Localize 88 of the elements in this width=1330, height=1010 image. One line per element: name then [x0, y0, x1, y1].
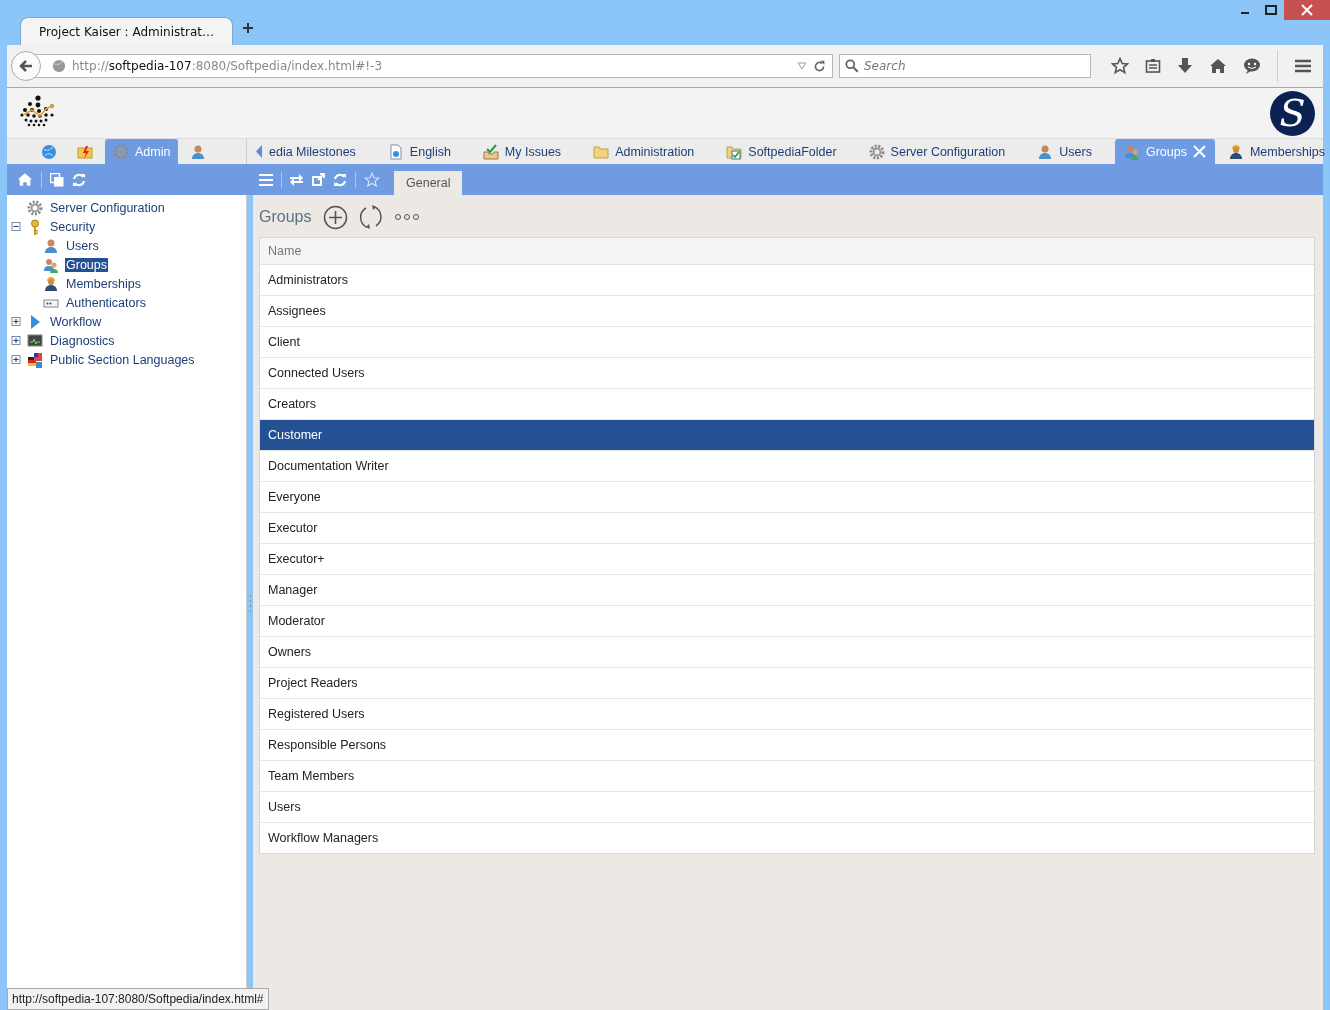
- reload-icon[interactable]: [813, 59, 826, 73]
- refresh-icon[interactable]: [72, 172, 86, 187]
- address-field[interactable]: http://softpedia-107:8080/Softpedia/index.html#!-3: [33, 54, 833, 78]
- tree-item[interactable]: Diagnostics: [49, 333, 116, 348]
- tab[interactable]: Administration: [584, 139, 704, 164]
- browser-tab[interactable]: Project Kaiser : Administrat…: [20, 17, 233, 45]
- home-icon[interactable]: [17, 172, 33, 187]
- tree-item[interactable]: Security: [49, 219, 97, 234]
- people-icon: [1123, 143, 1140, 160]
- table-row[interactable]: Workflow Managers: [260, 823, 1314, 853]
- tab[interactable]: Users: [1028, 139, 1101, 164]
- tray-check-icon: [482, 143, 499, 160]
- tab[interactable]: SoftpediaFolder: [717, 139, 846, 164]
- collapse-icon[interactable]: [11, 222, 21, 231]
- table-row[interactable]: Assignees: [260, 296, 1314, 327]
- more-button[interactable]: [394, 213, 421, 221]
- swap-icon[interactable]: [290, 173, 304, 186]
- gear-icon: [868, 143, 885, 160]
- star-icon[interactable]: [1111, 57, 1129, 75]
- table-row[interactable]: Customer: [260, 420, 1314, 451]
- chat-icon[interactable]: [1243, 58, 1261, 74]
- person-icon: [43, 237, 59, 254]
- flag-icon: [27, 351, 43, 368]
- expand-icon[interactable]: [11, 317, 21, 326]
- tab[interactable]: Memberships: [1218, 139, 1330, 164]
- close-icon[interactable]: [1192, 145, 1206, 158]
- refresh-button[interactable]: [358, 204, 385, 230]
- tree-item[interactable]: Users: [65, 238, 100, 253]
- tab[interactable]: General: [394, 171, 463, 195]
- globe-icon: [41, 143, 57, 160]
- table-row[interactable]: Registered Users: [260, 699, 1314, 730]
- person-icon: [1037, 143, 1054, 160]
- splitter-handle[interactable]: [248, 593, 252, 612]
- table-row[interactable]: Responsible Persons: [260, 730, 1314, 761]
- expand-icon[interactable]: [11, 336, 21, 345]
- table-row[interactable]: Users: [260, 792, 1314, 823]
- back-button[interactable]: [11, 51, 41, 81]
- windows-icon[interactable]: [50, 172, 64, 187]
- people-icon: [43, 256, 59, 273]
- table-row[interactable]: Connected Users: [260, 358, 1314, 389]
- globe-icon: [52, 59, 66, 73]
- table-row[interactable]: Administrators: [260, 265, 1314, 296]
- expand-icon[interactable]: [11, 355, 21, 364]
- hard-hat-person-icon: [1227, 143, 1244, 160]
- panel-title: Groups: [259, 208, 312, 226]
- tree-item[interactable]: Authenticators: [65, 295, 147, 310]
- search-field[interactable]: Search: [839, 54, 1091, 78]
- table-row[interactable]: Team Members: [260, 761, 1314, 792]
- close-icon[interactable]: [1284, 0, 1330, 20]
- new-tab-icon[interactable]: [242, 22, 254, 34]
- download-icon[interactable]: [1177, 57, 1193, 75]
- home-icon[interactable]: [1209, 58, 1227, 74]
- external-link-icon[interactable]: [312, 173, 325, 186]
- table-row[interactable]: Everyone: [260, 482, 1314, 513]
- table-row[interactable]: Client: [260, 327, 1314, 358]
- tree-item[interactable]: Memberships: [65, 276, 143, 291]
- tab[interactable]: English: [378, 139, 460, 164]
- add-button[interactable]: [323, 204, 349, 230]
- gear-icon: [113, 143, 129, 160]
- table-row[interactable]: Project Readers: [260, 668, 1314, 699]
- tree-item[interactable]: Server Configuration: [49, 200, 166, 215]
- monitor-icon: [27, 332, 43, 349]
- table-row[interactable]: Documentation Writer: [260, 451, 1314, 482]
- tree-item[interactable]: Workflow: [49, 314, 103, 329]
- table-row[interactable]: Moderator: [260, 606, 1314, 637]
- gear-icon: [27, 199, 43, 216]
- document-icon: [387, 143, 404, 160]
- brand-logo: S: [1270, 90, 1315, 136]
- table-row[interactable]: Owners: [260, 637, 1314, 668]
- folder-check-icon: [726, 143, 743, 160]
- table-row[interactable]: Executor+: [260, 544, 1314, 575]
- refresh-icon[interactable]: [333, 172, 347, 187]
- folder-icon: [593, 143, 610, 160]
- menu-icon[interactable]: [1294, 58, 1312, 74]
- arrow-left-icon: [18, 58, 34, 74]
- table-row[interactable]: Manager: [260, 575, 1314, 606]
- column-header[interactable]: Name: [260, 238, 1314, 265]
- table-row[interactable]: Executor: [260, 513, 1314, 544]
- tree-item[interactable]: Public Section Languages: [49, 352, 196, 367]
- tree-item[interactable]: Groups: [65, 257, 108, 272]
- status-url: http://softpedia-107:8080/Softpedia/index.html#: [7, 988, 269, 1010]
- hard-hat-person-icon: [43, 275, 59, 292]
- lightning-folder-icon: [77, 143, 93, 160]
- tab[interactable]: Server Configuration: [859, 139, 1015, 164]
- person-icon: [190, 143, 207, 160]
- tab[interactable]: edia Milestones: [267, 139, 365, 164]
- tab[interactable]: My Issues: [473, 139, 571, 164]
- reading-list-icon[interactable]: [1145, 58, 1161, 74]
